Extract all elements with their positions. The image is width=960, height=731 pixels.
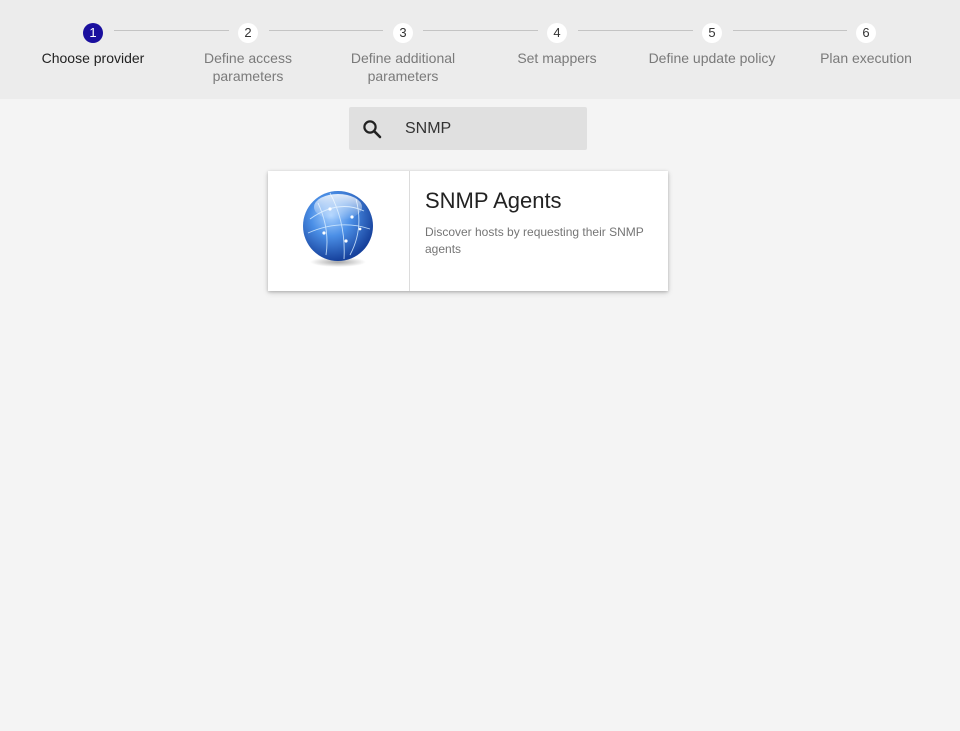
step-number: 6 [856,23,876,43]
step-label: Define update policy [648,50,776,66]
step-number: 5 [702,23,722,43]
step-number: 2 [238,23,258,43]
step-number: 1 [83,23,103,43]
stepper: 1 Choose provider 2 Define access parame… [0,0,960,99]
provider-card-snmp-agents[interactable]: SNMP Agents Discover hosts by requesting… [268,171,668,291]
step-label: Plan execution [820,50,912,66]
step-set-mappers[interactable]: 4 Set mappers [482,23,632,67]
step-label: Define access parameters [204,50,292,84]
provider-description: Discover hosts by requesting their SNMP … [425,225,644,256]
globe-icon [303,191,373,267]
step-define-update-policy[interactable]: 5 Define update policy [637,23,787,67]
provider-card-image [268,171,410,291]
step-label: Set mappers [517,50,597,66]
provider-title: SNMP Agents [425,188,562,213]
step-plan-execution[interactable]: 6 Plan execution [791,23,941,67]
step-number: 4 [547,23,567,43]
step-define-access-parameters[interactable]: 2 Define access parameters [173,23,323,85]
search-box[interactable] [349,107,587,150]
step-label: Choose provider [41,50,145,66]
search-icon[interactable] [362,119,382,139]
search-input[interactable] [405,107,575,150]
step-define-additional-parameters[interactable]: 3 Define additional parameters [328,23,478,85]
step-number: 3 [393,23,413,43]
step-label: Define additional parameters [350,50,456,84]
step-choose-provider[interactable]: 1 Choose provider [18,23,168,67]
